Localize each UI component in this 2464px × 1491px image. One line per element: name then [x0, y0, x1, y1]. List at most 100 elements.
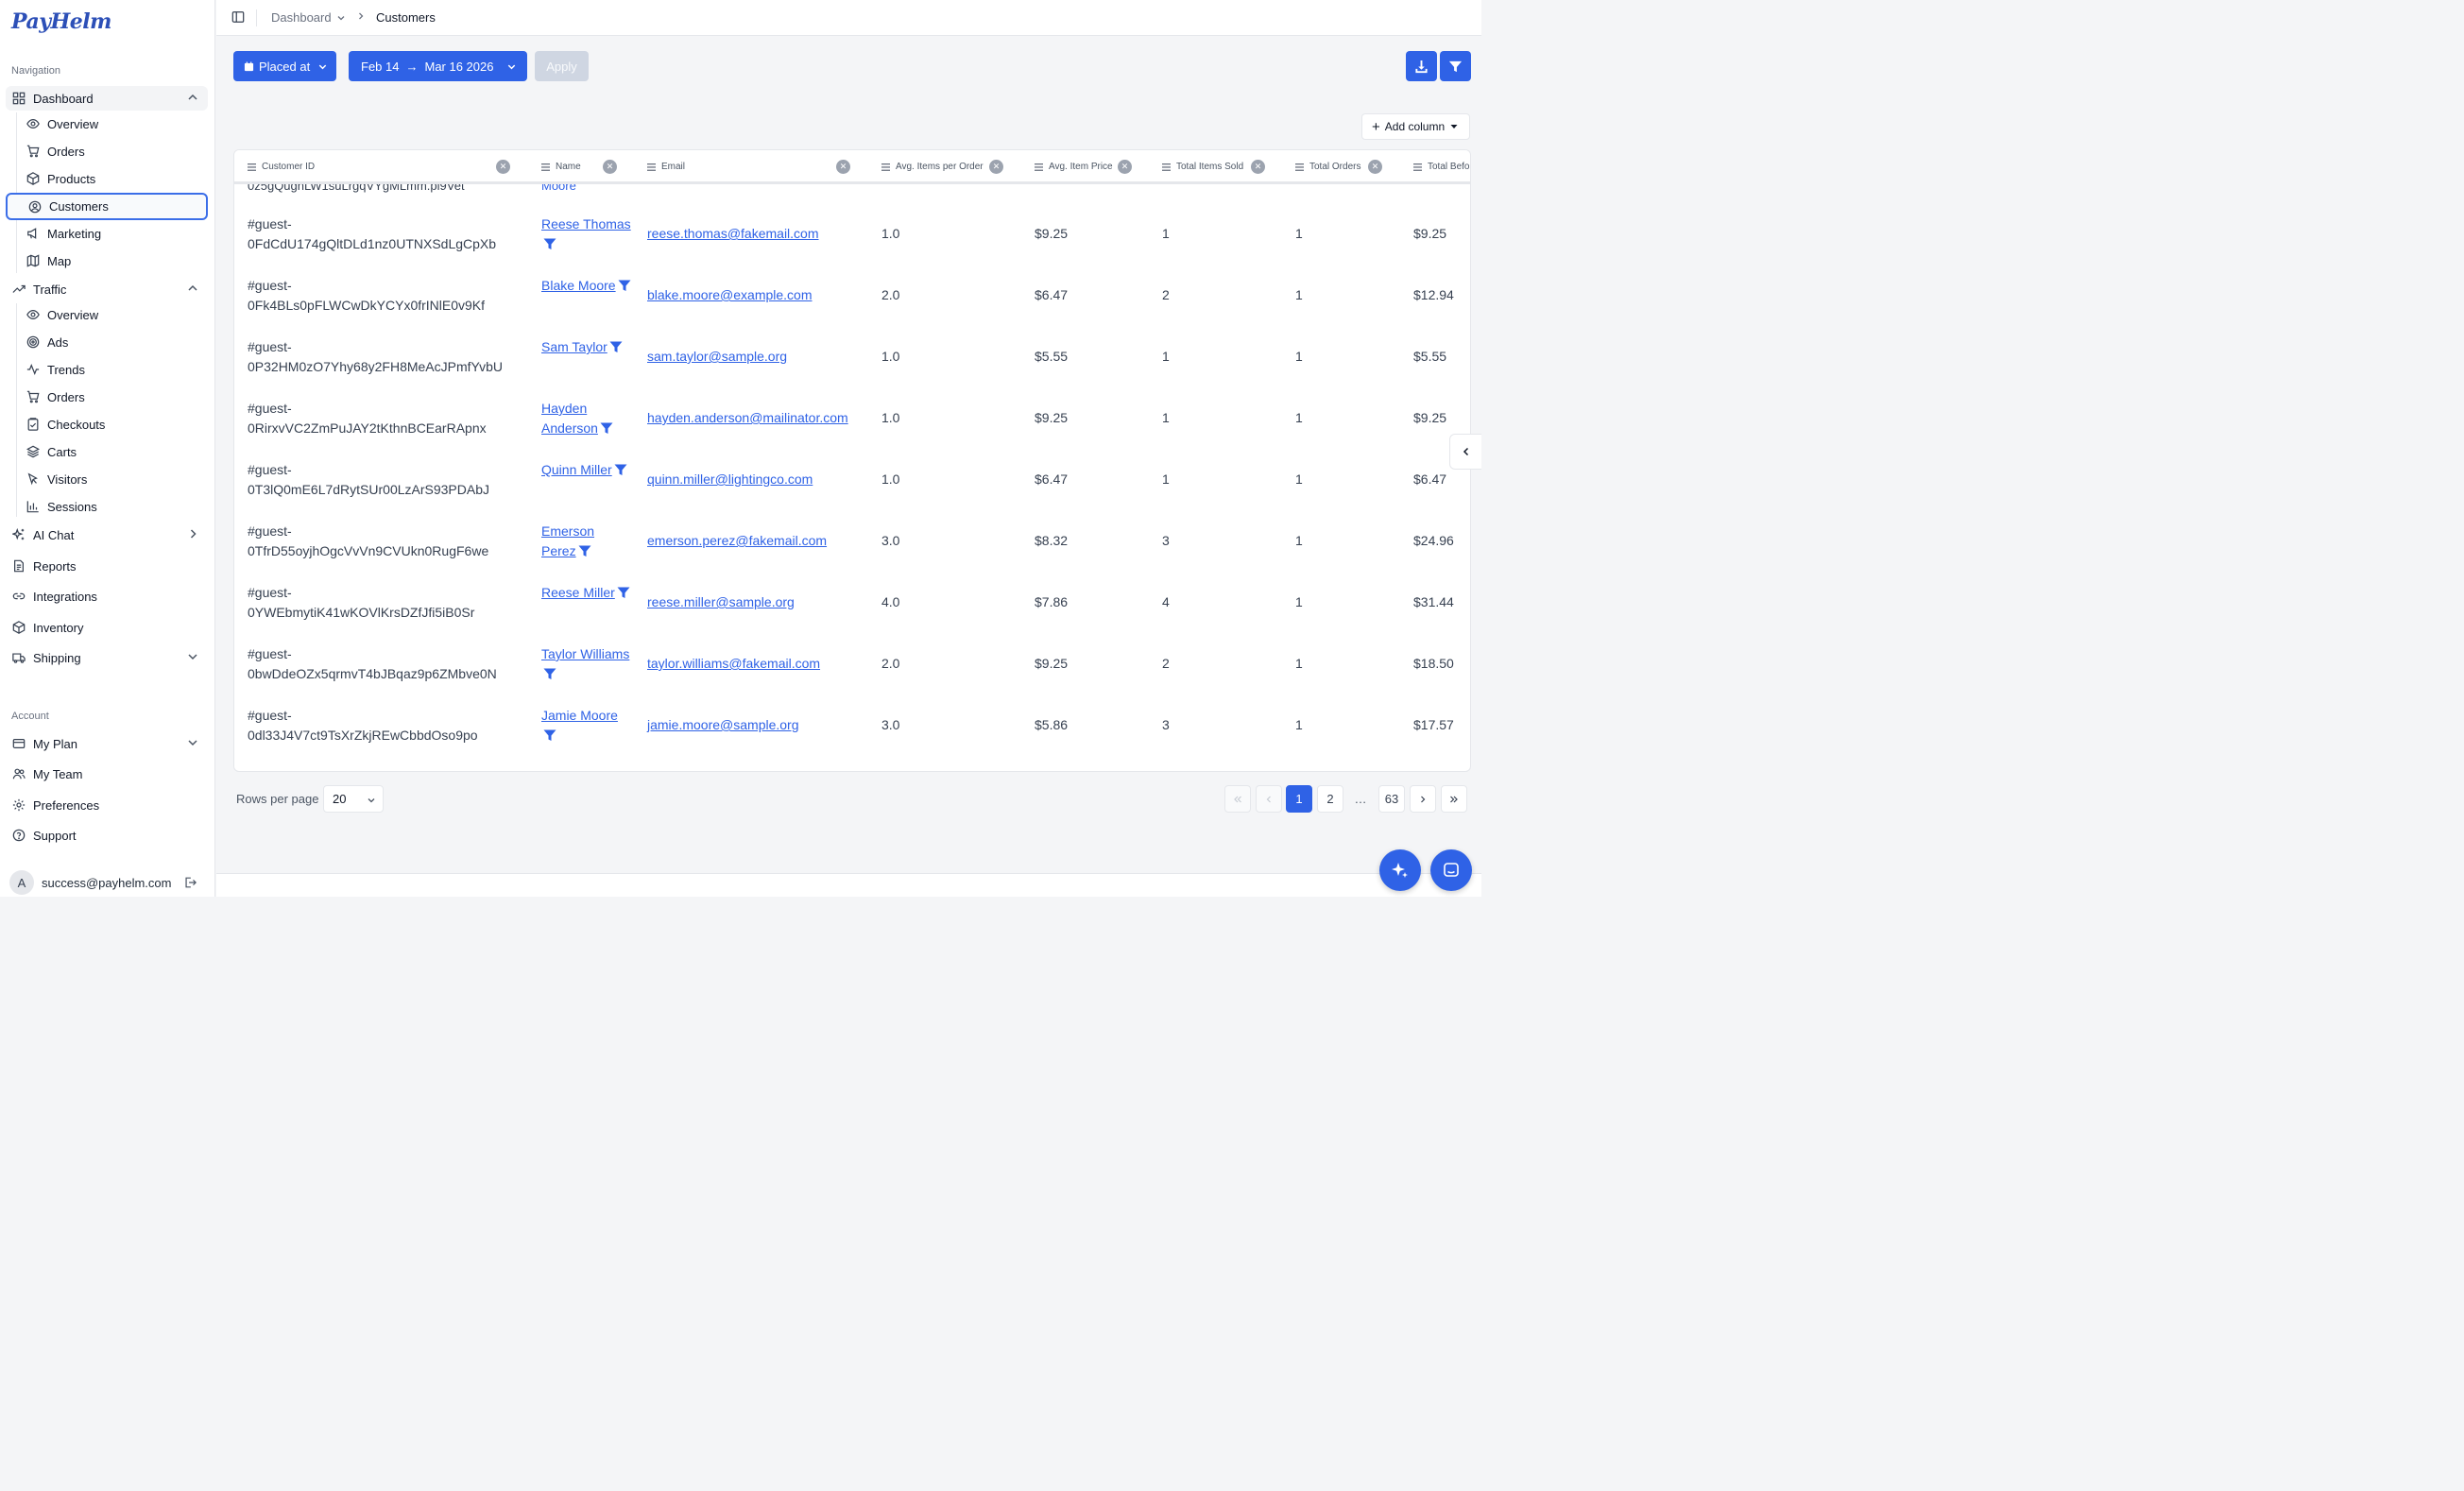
column-header-total-items-sold[interactable]: Total Items Sold: [1162, 162, 1243, 172]
sidebar-item-overview[interactable]: Overview: [6, 111, 208, 136]
filter-icon[interactable]: [600, 422, 613, 435]
customer-email-link[interactable]: emerson.perez@fakemail.com: [647, 531, 827, 551]
sidebar-item-traffic-overview[interactable]: Overview: [6, 302, 208, 327]
sidebar-item-map[interactable]: Map: [6, 248, 208, 273]
column-header-name[interactable]: Name: [541, 162, 581, 172]
download-button[interactable]: [1406, 51, 1437, 81]
customer-name-link[interactable]: Quinn Miller: [541, 460, 631, 480]
drag-handle-icon[interactable]: [1035, 163, 1043, 171]
previous-page-button[interactable]: [1256, 785, 1282, 813]
chat-support-button[interactable]: [1430, 849, 1472, 891]
sidebar-item-support[interactable]: Support: [6, 823, 208, 848]
sidebar-item-carts[interactable]: Carts: [6, 439, 208, 464]
sidebar-item-traffic-orders[interactable]: Orders: [6, 385, 208, 409]
drag-handle-icon[interactable]: [248, 163, 256, 171]
column-header-avg-item-price[interactable]: Avg. Item Price: [1035, 162, 1113, 172]
customer-email-link[interactable]: taylor.williams@fakemail.com: [647, 654, 820, 674]
customer-email-link[interactable]: reese.miller@sample.org: [647, 592, 795, 612]
payhelm-logo[interactable]: PayHelm: [11, 9, 111, 34]
sidebar-item-reports[interactable]: Reports: [6, 554, 208, 578]
drag-handle-icon[interactable]: [1413, 163, 1422, 171]
remove-column-icon[interactable]: ✕: [1368, 160, 1382, 174]
customer-email-link[interactable]: reese.thomas@fakemail.com: [647, 224, 819, 244]
drag-handle-icon[interactable]: [881, 163, 890, 171]
sidebar-item-checkouts[interactable]: Checkouts: [6, 412, 208, 437]
sidebar-item-marketing[interactable]: Marketing: [6, 221, 208, 246]
chevron-up-icon[interactable]: [187, 283, 198, 294]
remove-column-icon[interactable]: ✕: [989, 160, 1003, 174]
filter-icon[interactable]: [617, 587, 630, 599]
column-header-email[interactable]: Email: [647, 162, 685, 172]
first-page-button[interactable]: [1224, 785, 1251, 813]
sidebar-item-trends[interactable]: Trends: [6, 357, 208, 382]
customer-name-link[interactable]: Sam Taylor: [541, 337, 631, 357]
chevron-up-icon[interactable]: [187, 92, 198, 103]
filter-button[interactable]: [1440, 51, 1471, 81]
date-range-picker[interactable]: Feb 14 → Mar 16 2026: [349, 51, 527, 81]
filter-icon[interactable]: [609, 341, 623, 353]
page-2-button[interactable]: 2: [1317, 785, 1343, 813]
remove-column-icon[interactable]: ✕: [1251, 160, 1265, 174]
sidebar-item-orders[interactable]: Orders: [6, 139, 208, 163]
column-header-avg-items[interactable]: Avg. Items per Order: [881, 162, 984, 172]
column-header-customer-id[interactable]: Customer ID: [248, 162, 315, 172]
filter-icon[interactable]: [614, 464, 627, 476]
customer-name-link[interactable]: Blake Moore: [541, 276, 631, 296]
drag-handle-icon[interactable]: [541, 163, 550, 171]
sidebar-item-visitors[interactable]: Visitors: [6, 467, 208, 491]
filter-icon[interactable]: [618, 280, 631, 292]
customer-name-link[interactable]: Jamie Moore: [541, 706, 631, 746]
sidebar-item-sessions[interactable]: Sessions: [6, 494, 208, 519]
customer-email-link[interactable]: quinn.miller@lightingco.com: [647, 470, 813, 489]
customer-name-link[interactable]: Emerson Perez: [541, 522, 631, 561]
drag-handle-icon[interactable]: [1295, 163, 1304, 171]
remove-column-icon[interactable]: ✕: [603, 160, 617, 174]
sidebar-item-my-plan[interactable]: My Plan: [6, 731, 208, 756]
customer-email-link[interactable]: blake.moore@example.com: [647, 285, 813, 305]
logout-icon[interactable]: [183, 876, 197, 889]
sidebar-item-ai-chat[interactable]: AI Chat: [6, 523, 208, 547]
filter-icon[interactable]: [543, 238, 556, 250]
filter-icon[interactable]: [543, 729, 556, 742]
remove-column-icon[interactable]: ✕: [1118, 160, 1132, 174]
add-column-button[interactable]: + Add column: [1361, 113, 1470, 140]
column-header-total-before[interactable]: Total Befor: [1413, 162, 1470, 172]
customer-name-link[interactable]: Taylor Williams: [541, 644, 631, 684]
sidebar-item-integrations[interactable]: Integrations: [6, 584, 208, 608]
customer-name-link[interactable]: Reese Miller: [541, 583, 631, 603]
apply-button[interactable]: Apply: [535, 51, 589, 81]
drag-handle-icon[interactable]: [647, 163, 656, 171]
chevron-down-icon[interactable]: [187, 737, 198, 748]
filter-icon[interactable]: [543, 668, 556, 680]
sidebar-item-dashboard[interactable]: Dashboard: [6, 86, 208, 111]
last-page-button[interactable]: [1441, 785, 1467, 813]
drag-handle-icon[interactable]: [1162, 163, 1171, 171]
column-header-total-orders[interactable]: Total Orders: [1295, 162, 1360, 172]
chevron-right-icon[interactable]: [187, 528, 198, 540]
customer-email-link[interactable]: hayden.anderson@mailinator.com: [647, 408, 848, 428]
customer-name-link[interactable]: Hayden Anderson: [541, 399, 631, 438]
sidebar-toggle-icon[interactable]: [231, 10, 245, 24]
sidebar-item-traffic[interactable]: Traffic: [6, 277, 208, 301]
sidebar-item-customers[interactable]: Customers: [6, 193, 208, 220]
sidebar-item-inventory[interactable]: Inventory: [6, 615, 208, 640]
date-field-select[interactable]: Placed at: [233, 51, 336, 81]
sidebar-item-preferences[interactable]: Preferences: [6, 793, 208, 817]
sidebar-item-ads[interactable]: Ads: [6, 330, 208, 354]
sidebar-item-products[interactable]: Products: [6, 166, 208, 191]
rows-per-page-select[interactable]: 20: [323, 785, 384, 813]
page-1-button[interactable]: 1: [1286, 785, 1312, 813]
customer-email-link[interactable]: jamie.moore@sample.org: [647, 715, 799, 735]
user-account-row[interactable]: A success@payhelm.com: [9, 870, 208, 895]
remove-column-icon[interactable]: ✕: [496, 160, 510, 174]
breadcrumb-dashboard[interactable]: Dashboard: [271, 10, 346, 25]
customer-email-link[interactable]: sam.taylor@sample.org: [647, 347, 787, 367]
ai-assistant-button[interactable]: [1379, 849, 1421, 891]
chevron-down-icon[interactable]: [187, 651, 198, 662]
next-page-button[interactable]: [1410, 785, 1436, 813]
sidebar-item-my-team[interactable]: My Team: [6, 762, 208, 786]
page-63-button[interactable]: 63: [1378, 785, 1405, 813]
customer-name-link[interactable]: Reese Thomas: [541, 214, 631, 254]
remove-column-icon[interactable]: ✕: [836, 160, 850, 174]
collapse-panel-tab[interactable]: [1449, 434, 1481, 470]
